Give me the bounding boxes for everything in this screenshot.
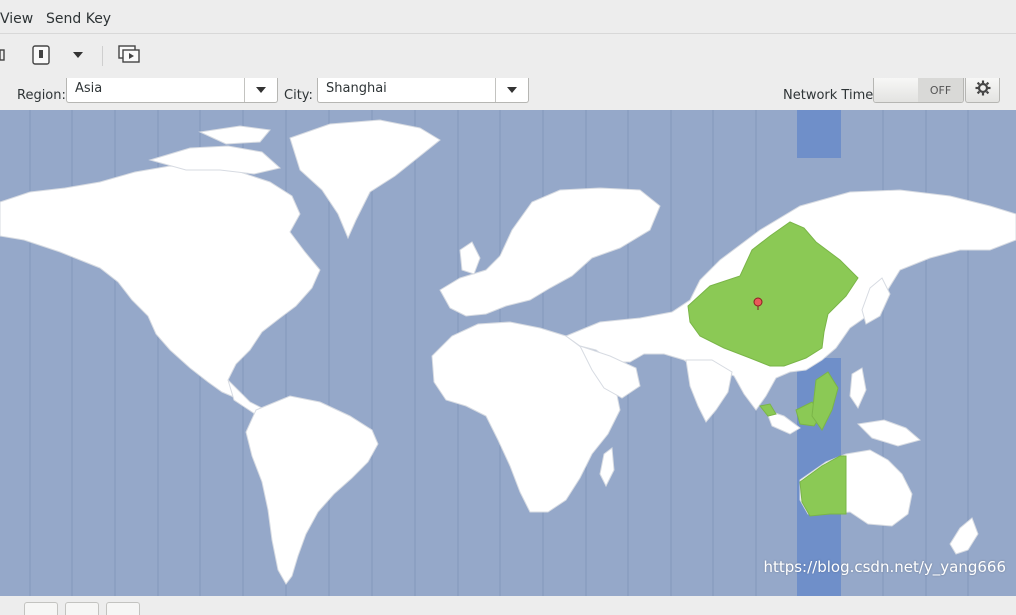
menu-send-key[interactable]: Send Key bbox=[46, 11, 111, 27]
screens-icon[interactable] bbox=[116, 42, 142, 68]
power-icon[interactable] bbox=[0, 42, 8, 68]
network-time-label: Network Time bbox=[783, 88, 874, 103]
chevron-down-icon[interactable] bbox=[70, 42, 86, 68]
watermark-text: https://blog.csdn.net/y_yang666 bbox=[763, 558, 1006, 576]
bottom-button[interactable] bbox=[106, 602, 140, 615]
region-combo[interactable]: Asia bbox=[66, 78, 278, 103]
menu-bar: View Send Key bbox=[0, 0, 1016, 34]
network-time-switch[interactable]: OFF bbox=[873, 78, 964, 103]
ntp-settings-button[interactable] bbox=[965, 78, 1000, 103]
gear-icon bbox=[975, 80, 991, 100]
toolbar-separator bbox=[102, 46, 103, 66]
chevron-down-icon[interactable] bbox=[244, 78, 277, 102]
chevron-down-icon[interactable] bbox=[495, 78, 528, 102]
usb-icon[interactable] bbox=[28, 42, 54, 68]
philippines bbox=[849, 367, 867, 410]
greenland bbox=[289, 119, 441, 240]
timezone-map[interactable]: https://blog.csdn.net/y_yang666 bbox=[0, 110, 1016, 596]
british-isles bbox=[459, 241, 481, 275]
world-map[interactable] bbox=[0, 110, 1016, 596]
selected-timezone-sumatra bbox=[759, 403, 777, 417]
arctic-islands bbox=[198, 125, 271, 145]
north-america bbox=[0, 165, 321, 399]
region-value: Asia bbox=[75, 81, 103, 96]
menu-view[interactable]: View bbox=[0, 11, 33, 27]
timezone-bar: Region: Asia City: Shanghai Network Time… bbox=[0, 78, 1016, 110]
switch-knob[interactable] bbox=[874, 78, 919, 102]
new-guinea bbox=[856, 419, 922, 447]
selected-timezone-band bbox=[797, 110, 841, 158]
new-zealand bbox=[949, 517, 979, 555]
city-label: City: bbox=[284, 88, 313, 103]
india bbox=[685, 359, 733, 423]
toolbar bbox=[0, 34, 1016, 78]
city-combo[interactable]: Shanghai bbox=[317, 78, 529, 103]
city-value: Shanghai bbox=[326, 81, 387, 96]
bottom-button[interactable] bbox=[24, 602, 58, 615]
madagascar bbox=[599, 447, 615, 488]
south-america bbox=[245, 395, 379, 585]
bottom-bar bbox=[0, 596, 1016, 615]
bottom-button[interactable] bbox=[65, 602, 99, 615]
region-label: Region: bbox=[17, 88, 66, 103]
switch-state: OFF bbox=[918, 78, 963, 102]
